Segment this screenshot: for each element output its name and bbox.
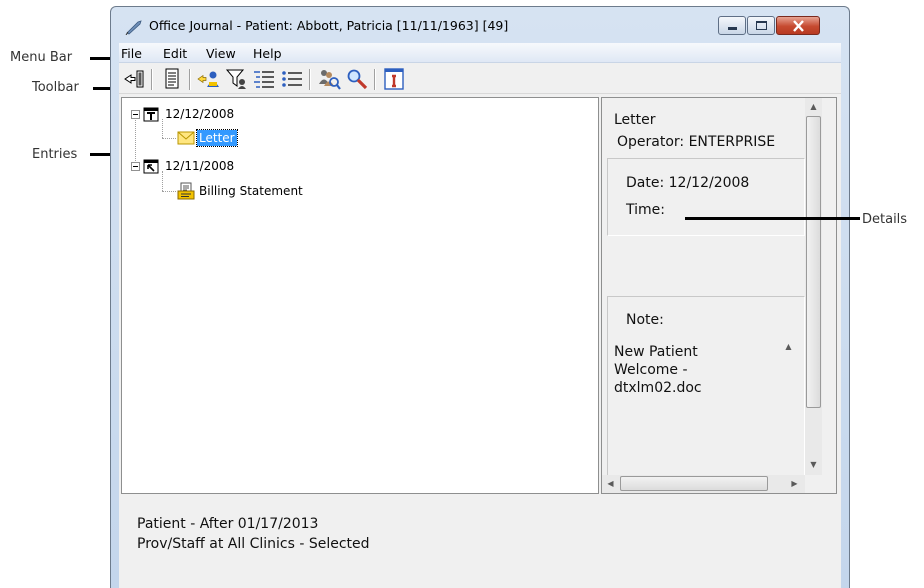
close-icon: [793, 20, 804, 32]
toolbar-separator: [374, 69, 376, 90]
collapse-all-icon[interactable]: [280, 67, 304, 91]
expand-all-icon[interactable]: [252, 67, 276, 91]
scroll-thumb[interactable]: [620, 476, 768, 491]
entries-tree[interactable]: 12/12/2008 Letter 12/11/2008 Billing Sta…: [121, 97, 599, 494]
toolbar-separator: [151, 69, 153, 90]
details-horizontal-scrollbar[interactable]: ◀ ▶: [602, 475, 805, 493]
office-journal-window: Office Journal - Patient: Abbott, Patric…: [110, 6, 850, 588]
collapse-toggle[interactable]: [131, 109, 140, 119]
status-area: Patient - After 01/17/2013 Prov/Staff at…: [119, 496, 841, 588]
close-button[interactable]: [776, 16, 820, 35]
annotation-toolbar: Toolbar: [32, 80, 79, 95]
detail-time: Time:: [626, 202, 665, 218]
annotation-entries: Entries: [32, 147, 78, 162]
toolbar: [119, 64, 841, 94]
tree-date-label: 12/12/2008: [165, 107, 235, 121]
menu-bar: File Edit View Help: [119, 43, 841, 63]
annotation-details: Details: [862, 212, 908, 227]
menu-view[interactable]: View: [206, 46, 236, 61]
scroll-right-icon[interactable]: ▶: [786, 475, 803, 492]
tree-date-node[interactable]: 12/11/2008: [131, 158, 234, 174]
status-provider-filter: Prov/Staff at All Clinics - Selected: [137, 536, 370, 552]
toolbar-separator: [309, 69, 311, 90]
details-pane: Letter Operator: ENTERPRISE Date: 12/12/…: [601, 97, 837, 494]
annotation-details-line: [685, 217, 860, 220]
tree-entry-label: Letter: [196, 129, 238, 147]
scroll-left-icon[interactable]: ◀: [602, 475, 619, 492]
tree-entry-letter[interactable]: Letter: [177, 129, 238, 147]
status-patient-filter: Patient - After 01/17/2013: [137, 516, 319, 532]
toolbar-separator: [189, 69, 191, 90]
tree-entry-label: Billing Statement: [199, 184, 303, 198]
info-icon[interactable]: [382, 67, 406, 91]
annotation-menu-bar: Menu Bar: [10, 50, 73, 65]
scroll-thumb[interactable]: [806, 116, 821, 408]
detail-date: Date: 12/12/2008: [626, 175, 750, 191]
window-title: Office Journal - Patient: Abbott, Patric…: [149, 18, 509, 33]
scroll-up-icon[interactable]: ▲: [780, 338, 797, 355]
calendar-t-icon: [143, 107, 159, 122]
scrollbar-corner: [805, 475, 822, 493]
detail-note-line: dtxlm02.doc: [614, 380, 702, 396]
detail-note-label: Note:: [626, 312, 664, 328]
quill-pen-icon: [125, 20, 142, 35]
details-vertical-scrollbar[interactable]: ▲ ▼: [805, 98, 822, 475]
note-scrollbar[interactable]: ▲: [780, 336, 797, 474]
window-client: File Edit View Help 12/12/2008 Letter 12…: [119, 43, 841, 588]
detail-datetime-box: [607, 158, 805, 236]
envelope-icon: [177, 131, 195, 145]
maximize-icon: [756, 21, 767, 30]
detail-entry-type: Letter: [614, 112, 656, 128]
menu-help[interactable]: Help: [253, 46, 282, 61]
calendar-arrow-icon: [143, 159, 159, 174]
tree-entry-billing-statement[interactable]: Billing Statement: [177, 182, 303, 200]
detail-operator: Operator: ENTERPRISE: [617, 134, 776, 150]
magnifier-icon[interactable]: [345, 67, 369, 91]
minimize-button[interactable]: [718, 16, 746, 35]
collapse-toggle[interactable]: [131, 161, 140, 171]
tree-date-node[interactable]: 12/12/2008: [131, 106, 234, 122]
maximize-button[interactable]: [747, 16, 775, 35]
detail-note-line: Welcome -: [614, 362, 688, 378]
scroll-down-icon[interactable]: ▼: [805, 456, 822, 473]
minimize-icon: [728, 27, 737, 30]
title-bar[interactable]: Office Journal - Patient: Abbott, Patric…: [111, 7, 849, 43]
filter-icon[interactable]: [225, 67, 249, 91]
tree-date-label: 12/11/2008: [165, 159, 235, 173]
menu-edit[interactable]: Edit: [163, 46, 187, 61]
detail-note-line: New Patient: [614, 344, 698, 360]
menu-file[interactable]: File: [121, 46, 142, 61]
billing-statement-icon: [177, 182, 195, 200]
scroll-up-icon[interactable]: ▲: [805, 98, 822, 115]
select-patient-icon[interactable]: [197, 67, 221, 91]
document-icon[interactable]: [160, 67, 184, 91]
search-people-icon[interactable]: [317, 67, 341, 91]
exit-icon[interactable]: [122, 67, 146, 91]
